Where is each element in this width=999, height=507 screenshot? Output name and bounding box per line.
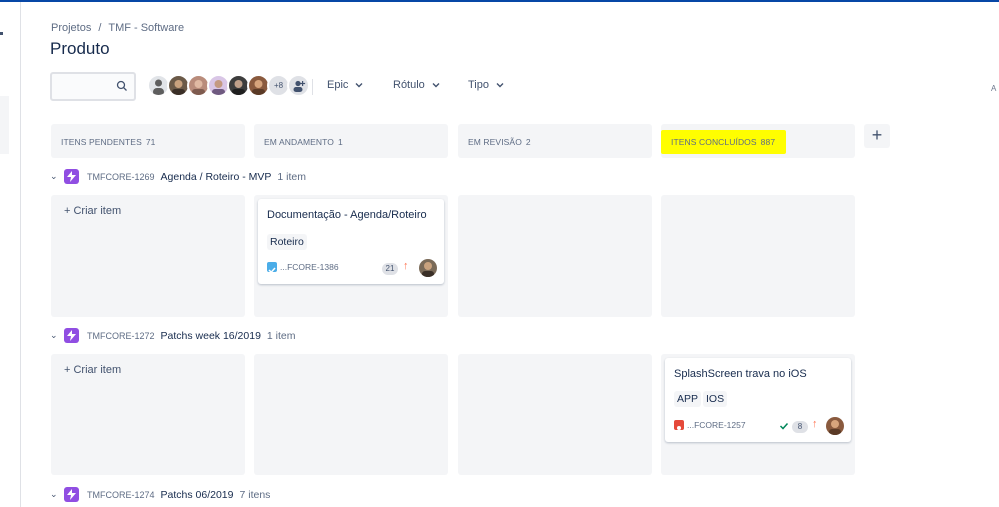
column-count: 2 (525, 137, 531, 147)
epic-title: Patchs week 16/2019 (160, 329, 261, 342)
column-name: ITENS PENDENTES (61, 137, 142, 147)
swimlane-header[interactable]: ⌄ TMFCORE-1269 Agenda / Roteiro - MVP 1 … (50, 169, 306, 184)
add-people-button[interactable] (287, 74, 310, 97)
top-accent-bar (0, 0, 999, 2)
epic-item-count: 1 item (266, 329, 296, 342)
card-label: IOS (703, 391, 728, 407)
filter-rotulo[interactable]: Rótulo (393, 79, 440, 91)
epic-item-count: 7 itens (239, 488, 271, 501)
swimlane-header[interactable]: ⌄ TMFCORE-1274 Patchs 06/2019 7 itens (50, 487, 270, 502)
assignee-avatar[interactable] (826, 417, 844, 435)
epic-key[interactable]: TMFCORE-1272 (87, 331, 155, 341)
edge-text: A (991, 84, 997, 93)
epic-title: Patchs 06/2019 (160, 488, 234, 501)
left-sidebar (0, 2, 21, 507)
issue-key[interactable]: ...FCORE-1386 (280, 262, 339, 272)
board-cell[interactable]: + Criar item (51, 354, 245, 475)
column-count: 887 (760, 137, 776, 147)
epic-icon (64, 169, 79, 184)
board-cell (458, 195, 652, 317)
chevron-down-icon (432, 83, 440, 88)
board-cell: SplashScreen trava no iOS APP IOS ...FCO… (661, 354, 855, 475)
task-icon (267, 262, 277, 274)
card-summary: Documentação - Agenda/Roteiro (267, 209, 427, 221)
assignee-avatar[interactable] (419, 259, 437, 277)
board-cell[interactable]: + Criar item (51, 195, 245, 317)
card-label: Roteiro (267, 234, 307, 250)
column-header-pendentes: ITENS PENDENTES 71 (51, 124, 245, 158)
column-header-andamento: EM ANDAMENTO 1 (254, 124, 448, 158)
swimlane-header[interactable]: ⌄ TMFCORE-1272 Patchs week 16/2019 1 ite… (50, 328, 296, 343)
breadcrumb: Projetos / TMF - Software (51, 22, 188, 34)
board-cell (254, 354, 448, 475)
epic-key[interactable]: TMFCORE-1269 (87, 172, 155, 182)
toolbar-divider (312, 79, 313, 95)
column-header-revisao: EM REVISÃO 2 (458, 124, 652, 158)
filter-tipo[interactable]: Tipo (468, 79, 504, 91)
chevron-down-icon (355, 83, 363, 88)
board-cell: Documentação - Agenda/Roteiro Roteiro ..… (254, 195, 448, 317)
issue-key[interactable]: ...FCORE-1257 (687, 420, 746, 430)
story-points-badge: 21 (382, 263, 398, 275)
search-input[interactable] (50, 72, 136, 101)
column-header-concluidos: ITENS CONCLUÍDOS 887 (661, 124, 855, 158)
search-icon (116, 80, 127, 91)
column-name: EM REVISÃO (468, 137, 522, 147)
column-count: 1 (338, 137, 343, 147)
breadcrumb-separator: / (98, 22, 102, 34)
epic-icon (64, 328, 79, 343)
issue-card[interactable]: SplashScreen trava no iOS APP IOS ...FCO… (665, 358, 851, 442)
filter-tipo-label: Tipo (468, 79, 489, 91)
epic-key[interactable]: TMFCORE-1274 (87, 490, 155, 500)
bug-icon (674, 420, 684, 430)
story-points-badge: 8 (792, 421, 808, 433)
sidebar-dot (0, 32, 3, 35)
column-count: 71 (145, 137, 156, 147)
avatar-group: +8 (147, 74, 310, 99)
chevron-down-icon (496, 83, 504, 88)
column-name: EM ANDAMENTO (264, 137, 334, 147)
arrow-up-icon: ↑ (403, 260, 409, 272)
create-item-button[interactable]: + Criar item (64, 205, 121, 217)
issue-card[interactable]: Documentação - Agenda/Roteiro Roteiro ..… (258, 199, 444, 284)
card-label: APP (674, 391, 702, 407)
epic-item-count: 1 item (277, 170, 306, 183)
check-icon (779, 422, 789, 430)
add-column-button[interactable]: + (864, 124, 890, 148)
arrow-up-icon: ↑ (812, 418, 818, 430)
page-title: Produto (50, 39, 110, 58)
add-person-icon (293, 80, 305, 92)
filter-epic[interactable]: Epic (327, 79, 363, 91)
create-item-button[interactable]: + Criar item (64, 364, 121, 376)
chevron-down-icon[interactable]: ⌄ (50, 171, 60, 182)
chevron-down-icon[interactable]: ⌄ (50, 489, 60, 500)
chevron-down-icon[interactable]: ⌄ (50, 330, 60, 341)
filter-epic-label: Epic (327, 79, 349, 91)
column-name: ITENS CONCLUÍDOS (671, 137, 757, 147)
board-cell (458, 354, 652, 475)
breadcrumb-projects[interactable]: Projetos (51, 22, 91, 34)
filter-rotulo-label: Rótulo (393, 79, 425, 91)
epic-icon (64, 487, 79, 502)
breadcrumb-project[interactable]: TMF - Software (108, 22, 184, 34)
sidebar-selected-item[interactable] (0, 96, 9, 154)
card-summary: SplashScreen trava no iOS (674, 368, 807, 380)
epic-title: Agenda / Roteiro - MVP (160, 170, 272, 183)
board-cell (661, 195, 855, 317)
